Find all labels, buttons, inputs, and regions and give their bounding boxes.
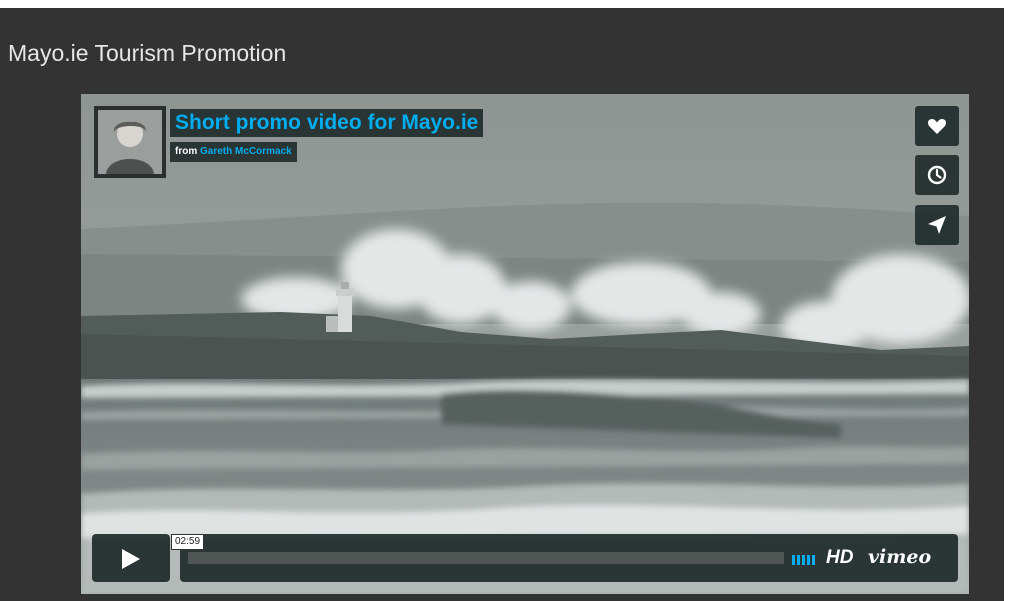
byline-prefix: from (175, 146, 198, 157)
duration-label: 02:59 (171, 534, 205, 550)
hd-toggle[interactable]: HD (826, 546, 853, 570)
page: Mayo.ie Tourism Promotion Short promo vi… (0, 0, 1012, 601)
video-player[interactable]: Short promo video for Mayo.ie from Garet… (81, 94, 969, 594)
portrait-image (98, 110, 162, 174)
play-icon (122, 549, 140, 569)
volume-icon[interactable] (792, 551, 816, 565)
video-title-link[interactable]: Short promo video for Mayo.ie (170, 109, 484, 137)
like-button[interactable] (915, 106, 959, 146)
watch-later-button[interactable] (915, 155, 959, 195)
vimeo-logo[interactable]: vimeo (868, 545, 931, 569)
control-bar: HD vimeo 02:59 (92, 534, 958, 582)
progress-track[interactable] (188, 552, 784, 564)
paper-plane-icon (928, 216, 946, 234)
share-button[interactable] (915, 205, 959, 245)
byline: from Gareth McCormack (170, 142, 297, 162)
page-title: Mayo.ie Tourism Promotion (8, 40, 287, 66)
author-avatar[interactable] (94, 106, 166, 178)
video-frame (81, 94, 969, 594)
play-button[interactable] (92, 534, 170, 582)
author-link[interactable]: Gareth McCormack (200, 146, 292, 157)
playbar: HD vimeo (180, 534, 958, 582)
clock-icon (927, 165, 947, 185)
heart-icon (928, 119, 946, 134)
